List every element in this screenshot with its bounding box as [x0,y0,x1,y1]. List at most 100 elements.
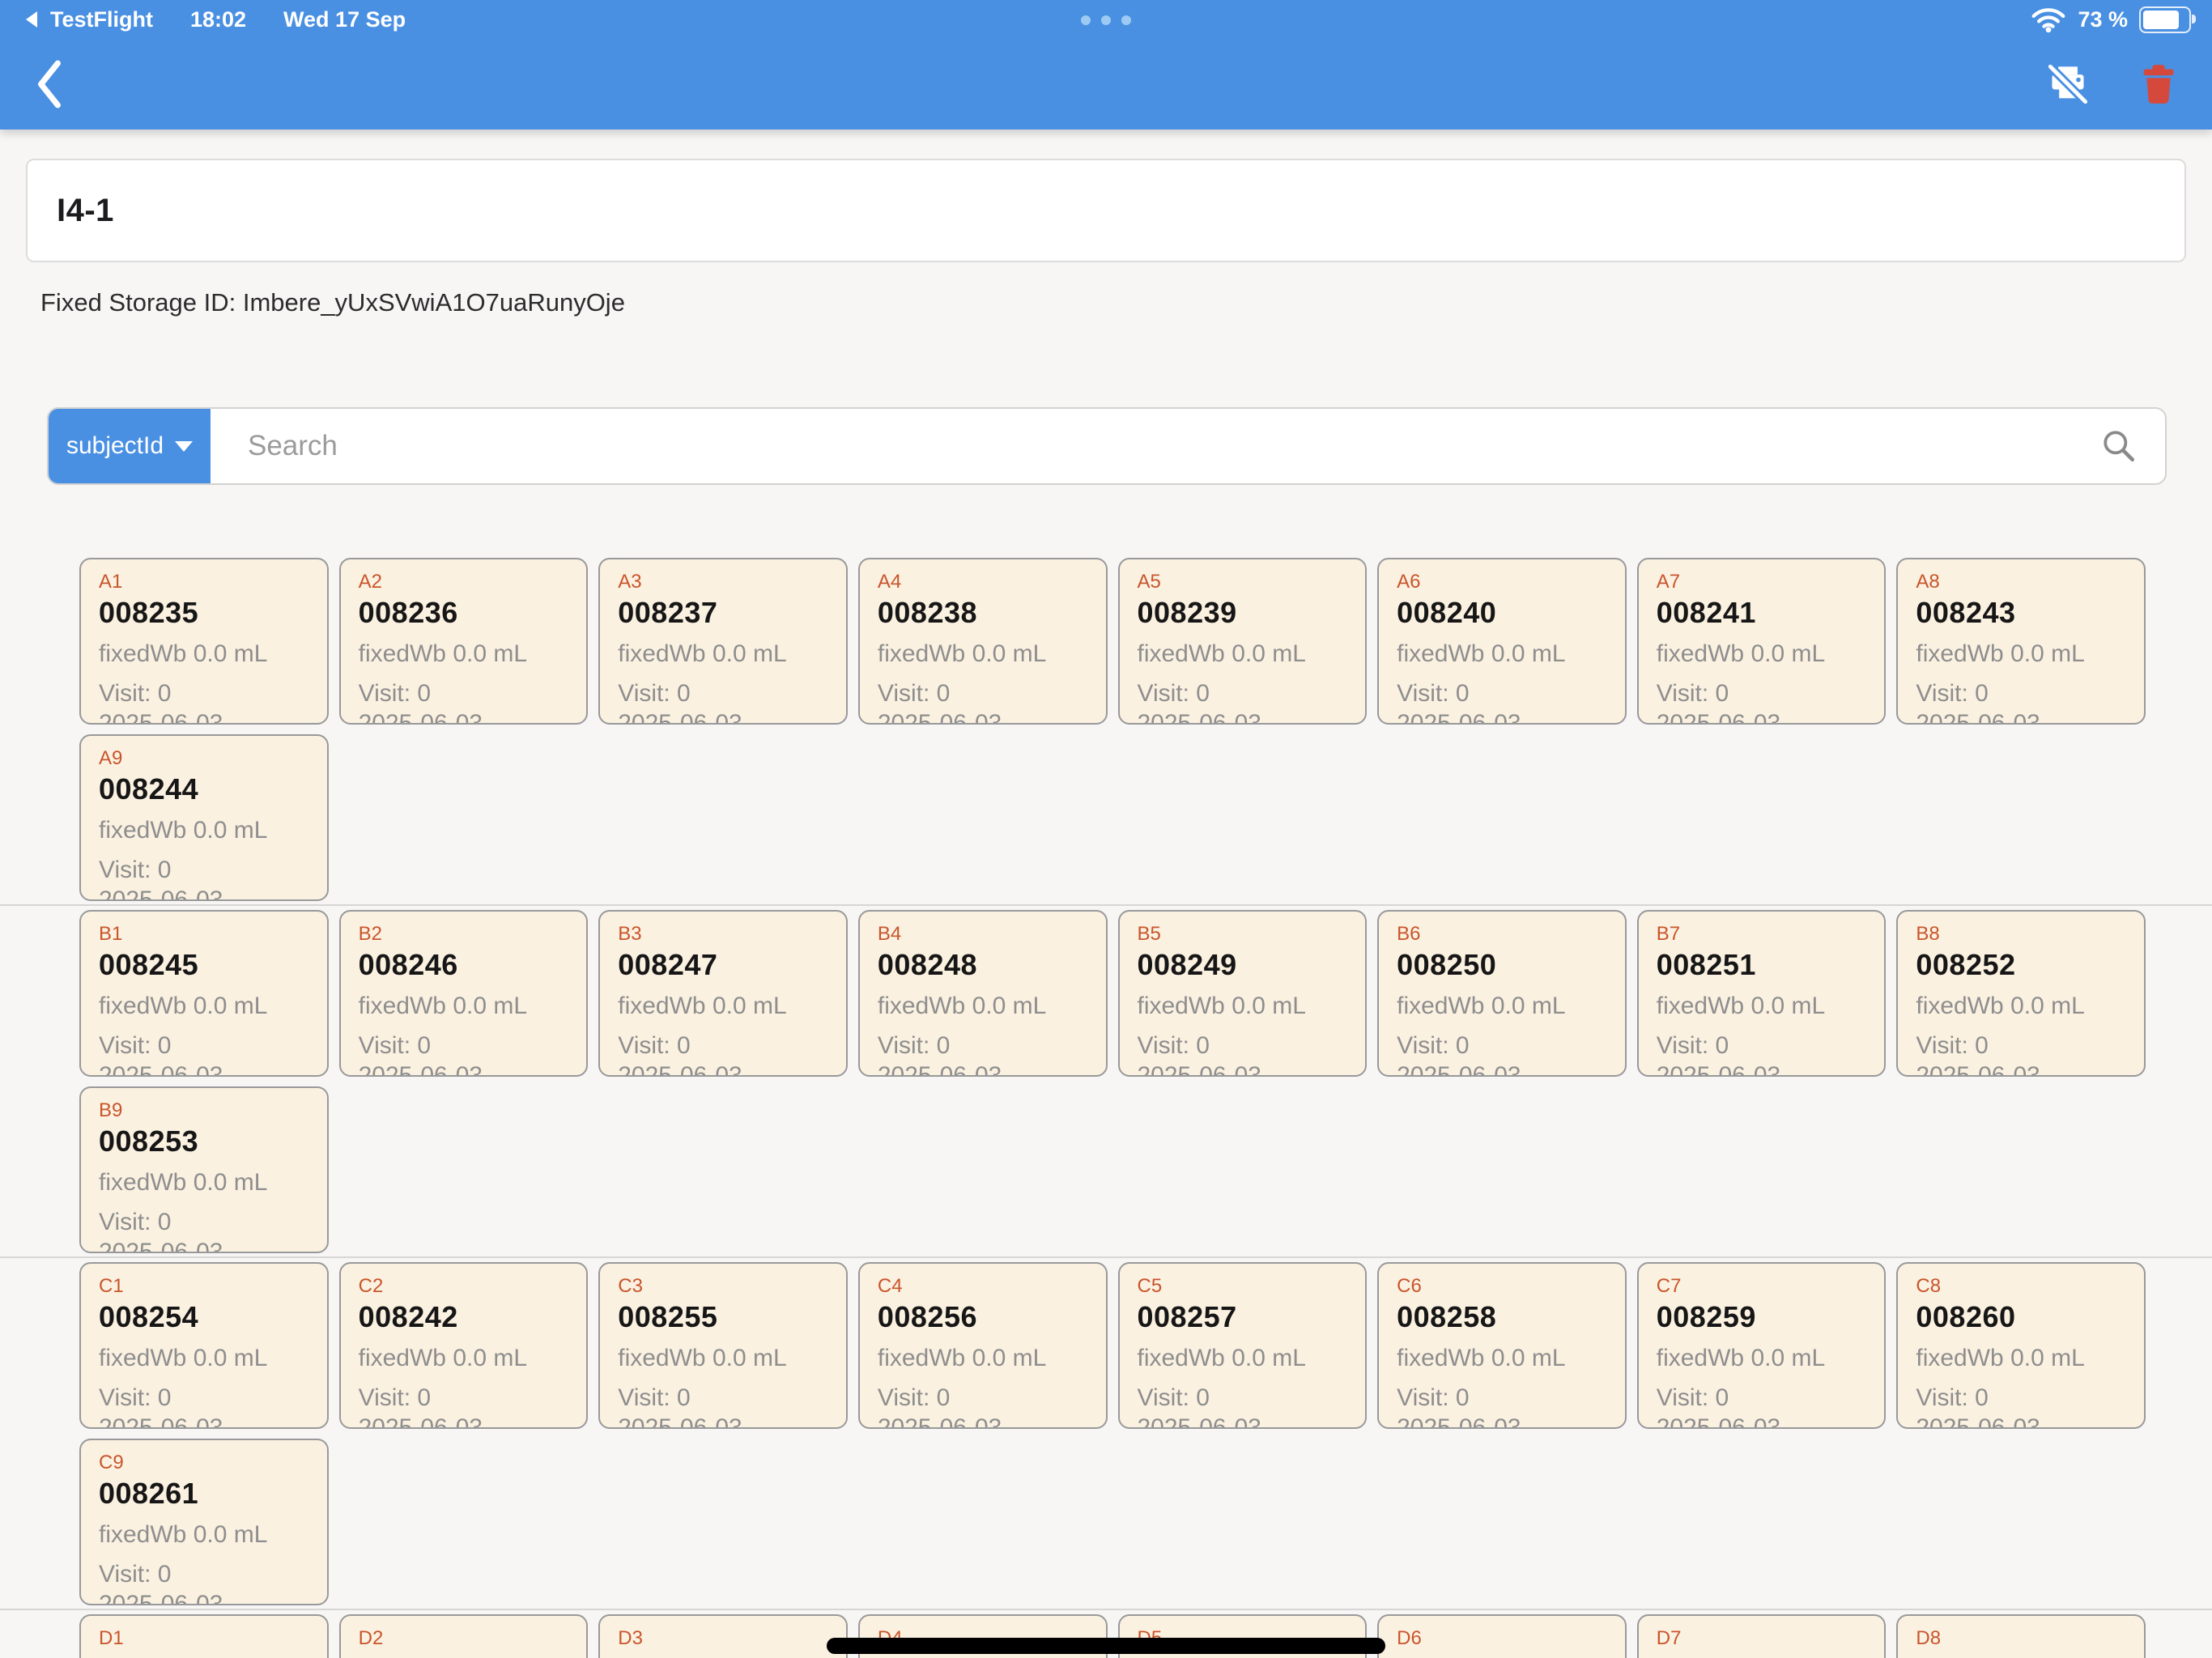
sample-card[interactable]: A4 008238 fixedWb 0.0 mL Visit: 0 2025-0… [858,558,1108,725]
position-label: C3 [618,1275,828,1298]
position-label: D7 [1657,1627,1867,1650]
sample-volume: fixedWb 0.0 mL [1916,640,2126,668]
search-filter-dropdown[interactable]: subjectId [49,409,211,483]
status-time: 18:02 [190,7,246,32]
fixed-storage-id: Fixed Storage ID: Imbere_yUxSVwiA1O7uaRu… [40,288,2212,317]
sample-card[interactable]: D8 008269 fixedWb 0.0 mL Visit: 0 2025-0… [1896,1614,2146,1658]
position-label: B8 [1916,923,2126,946]
position-label: C2 [359,1275,569,1298]
sample-visit: Visit: 0 [1916,1384,2126,1412]
sample-visit: Visit: 0 [1657,1384,1867,1412]
section-divider [0,904,2212,906]
sample-id: 008237 [618,596,828,630]
print-disabled-button[interactable] [2042,58,2094,110]
sample-card[interactable]: A3 008237 fixedWb 0.0 mL Visit: 0 2025-0… [598,558,848,725]
sample-visit: Visit: 0 [359,1384,569,1412]
sample-id: 008261 [99,1477,309,1511]
sample-card[interactable]: B8 008252 fixedWb 0.0 mL Visit: 0 2025-0… [1896,910,2146,1077]
sample-card[interactable]: B3 008247 fixedWb 0.0 mL Visit: 0 2025-0… [598,910,848,1077]
sample-card[interactable]: B1 008245 fixedWb 0.0 mL Visit: 0 2025-0… [79,910,329,1077]
section-row-B: B1 008245 fixedWb 0.0 mL Visit: 0 2025-0… [79,910,2146,1253]
position-label: D6 [1397,1627,1607,1650]
sample-date: 2025-06-03 [359,1414,569,1429]
sample-card[interactable]: C5 008257 fixedWb 0.0 mL Visit: 0 2025-0… [1118,1262,1368,1429]
nav-row [0,39,2212,130]
sample-date: 2025-06-03 [99,1239,309,1253]
delete-button[interactable] [2136,59,2181,109]
sample-card[interactable]: D2 008263 fixedWb 0.0 mL Visit: 0 2025-0… [339,1614,589,1658]
sample-visit: Visit: 0 [99,1384,309,1412]
chevron-left-icon [34,59,65,109]
back-button[interactable] [28,53,71,116]
sample-card[interactable]: A2 008236 fixedWb 0.0 mL Visit: 0 2025-0… [339,558,589,725]
sample-card[interactable]: C8 008260 fixedWb 0.0 mL Visit: 0 2025-0… [1896,1262,2146,1429]
sample-id: 008262 [99,1652,309,1658]
content: I4-1 Fixed Storage ID: Imbere_yUxSVwiA1O… [0,159,2212,1658]
sample-card[interactable]: C4 008256 fixedWb 0.0 mL Visit: 0 2025-0… [858,1262,1108,1429]
sample-id: 008249 [1138,948,1348,982]
sample-card[interactable]: B6 008250 fixedWb 0.0 mL Visit: 0 2025-0… [1377,910,1627,1077]
sample-card[interactable]: B7 008251 fixedWb 0.0 mL Visit: 0 2025-0… [1637,910,1887,1077]
sample-visit: Visit: 0 [1397,1384,1607,1412]
sample-volume: fixedWb 0.0 mL [1138,640,1348,668]
position-label: D2 [359,1627,569,1650]
sample-card[interactable]: A7 008241 fixedWb 0.0 mL Visit: 0 2025-0… [1637,558,1887,725]
multitasking-dots-icon [1081,15,1131,25]
sample-card[interactable]: A6 008240 fixedWb 0.0 mL Visit: 0 2025-0… [1377,558,1627,725]
sample-date: 2025-06-03 [878,1062,1088,1077]
sample-volume: fixedWb 0.0 mL [1397,1345,1607,1372]
storage-grid: A1 008235 fixedWb 0.0 mL Visit: 0 2025-0… [79,558,2146,1658]
sample-card[interactable]: C6 008258 fixedWb 0.0 mL Visit: 0 2025-0… [1377,1262,1627,1429]
sample-card[interactable]: A9 008244 fixedWb 0.0 mL Visit: 0 2025-0… [79,734,329,901]
sample-card[interactable]: D1 008262 fixedWb 0.0 mL Visit: 0 2025-0… [79,1614,329,1658]
sample-card[interactable]: A8 008243 fixedWb 0.0 mL Visit: 0 2025-0… [1896,558,2146,725]
home-indicator[interactable] [827,1638,1385,1654]
section-row-C: C1 008254 fixedWb 0.0 mL Visit: 0 2025-0… [79,1262,2146,1605]
section-divider [0,1256,2212,1258]
sample-card[interactable]: D6 008267 fixedWb 0.0 mL Visit: 0 2025-0… [1377,1614,1627,1658]
sample-card[interactable]: C2 008242 fixedWb 0.0 mL Visit: 0 2025-0… [339,1262,589,1429]
sample-card[interactable]: B9 008253 fixedWb 0.0 mL Visit: 0 2025-0… [79,1086,329,1253]
sample-visit: Visit: 0 [359,680,569,708]
position-label: C8 [1916,1275,2126,1298]
sample-date: 2025-06-03 [1657,1062,1867,1077]
sample-id: 008263 [359,1652,569,1658]
sample-card[interactable]: A1 008235 fixedWb 0.0 mL Visit: 0 2025-0… [79,558,329,725]
sample-card[interactable]: C3 008255 fixedWb 0.0 mL Visit: 0 2025-0… [598,1262,848,1429]
sample-card[interactable]: C7 008259 fixedWb 0.0 mL Visit: 0 2025-0… [1637,1262,1887,1429]
sample-volume: fixedWb 0.0 mL [878,640,1088,668]
search-input[interactable] [211,409,2100,483]
position-label: C7 [1657,1275,1867,1298]
sample-date: 2025-06-03 [1657,710,1867,725]
sample-volume: fixedWb 0.0 mL [359,1345,569,1372]
sample-card[interactable]: A5 008239 fixedWb 0.0 mL Visit: 0 2025-0… [1118,558,1368,725]
sample-volume: fixedWb 0.0 mL [99,817,309,844]
sample-date: 2025-06-03 [1138,1062,1348,1077]
sample-id: 008247 [618,948,828,982]
sample-card[interactable]: C1 008254 fixedWb 0.0 mL Visit: 0 2025-0… [79,1262,329,1429]
position-label: B9 [99,1099,309,1122]
sample-volume: fixedWb 0.0 mL [1138,1345,1348,1372]
sample-id: 008246 [359,948,569,982]
sample-card[interactable]: C9 008261 fixedWb 0.0 mL Visit: 0 2025-0… [79,1439,329,1605]
sample-card[interactable]: D7 008268 fixedWb 0.0 mL Visit: 0 2025-0… [1637,1614,1887,1658]
sample-id: 008256 [878,1300,1088,1334]
sample-card[interactable]: B5 008249 fixedWb 0.0 mL Visit: 0 2025-0… [1118,910,1368,1077]
back-to-app-icon [24,11,39,28]
sample-card[interactable]: B2 008246 fixedWb 0.0 mL Visit: 0 2025-0… [339,910,589,1077]
sample-visit: Visit: 0 [99,680,309,708]
sample-date: 2025-06-03 [1397,710,1607,725]
sample-id: 008244 [99,772,309,806]
position-label: A5 [1138,571,1348,593]
position-label: B1 [99,923,309,946]
position-label: C9 [99,1452,309,1474]
position-label: A7 [1657,571,1867,593]
position-label: D3 [618,1627,828,1650]
sample-id: 008268 [1657,1652,1867,1658]
sample-date: 2025-06-03 [1397,1414,1607,1429]
sample-card[interactable]: B4 008248 fixedWb 0.0 mL Visit: 0 2025-0… [858,910,1108,1077]
battery-percent: 73 % [2078,7,2128,32]
sample-card[interactable]: D3 008264 fixedWb 0.0 mL Visit: 0 2025-0… [598,1614,848,1658]
sample-volume: fixedWb 0.0 mL [99,1345,309,1372]
sample-visit: Visit: 0 [878,1384,1088,1412]
